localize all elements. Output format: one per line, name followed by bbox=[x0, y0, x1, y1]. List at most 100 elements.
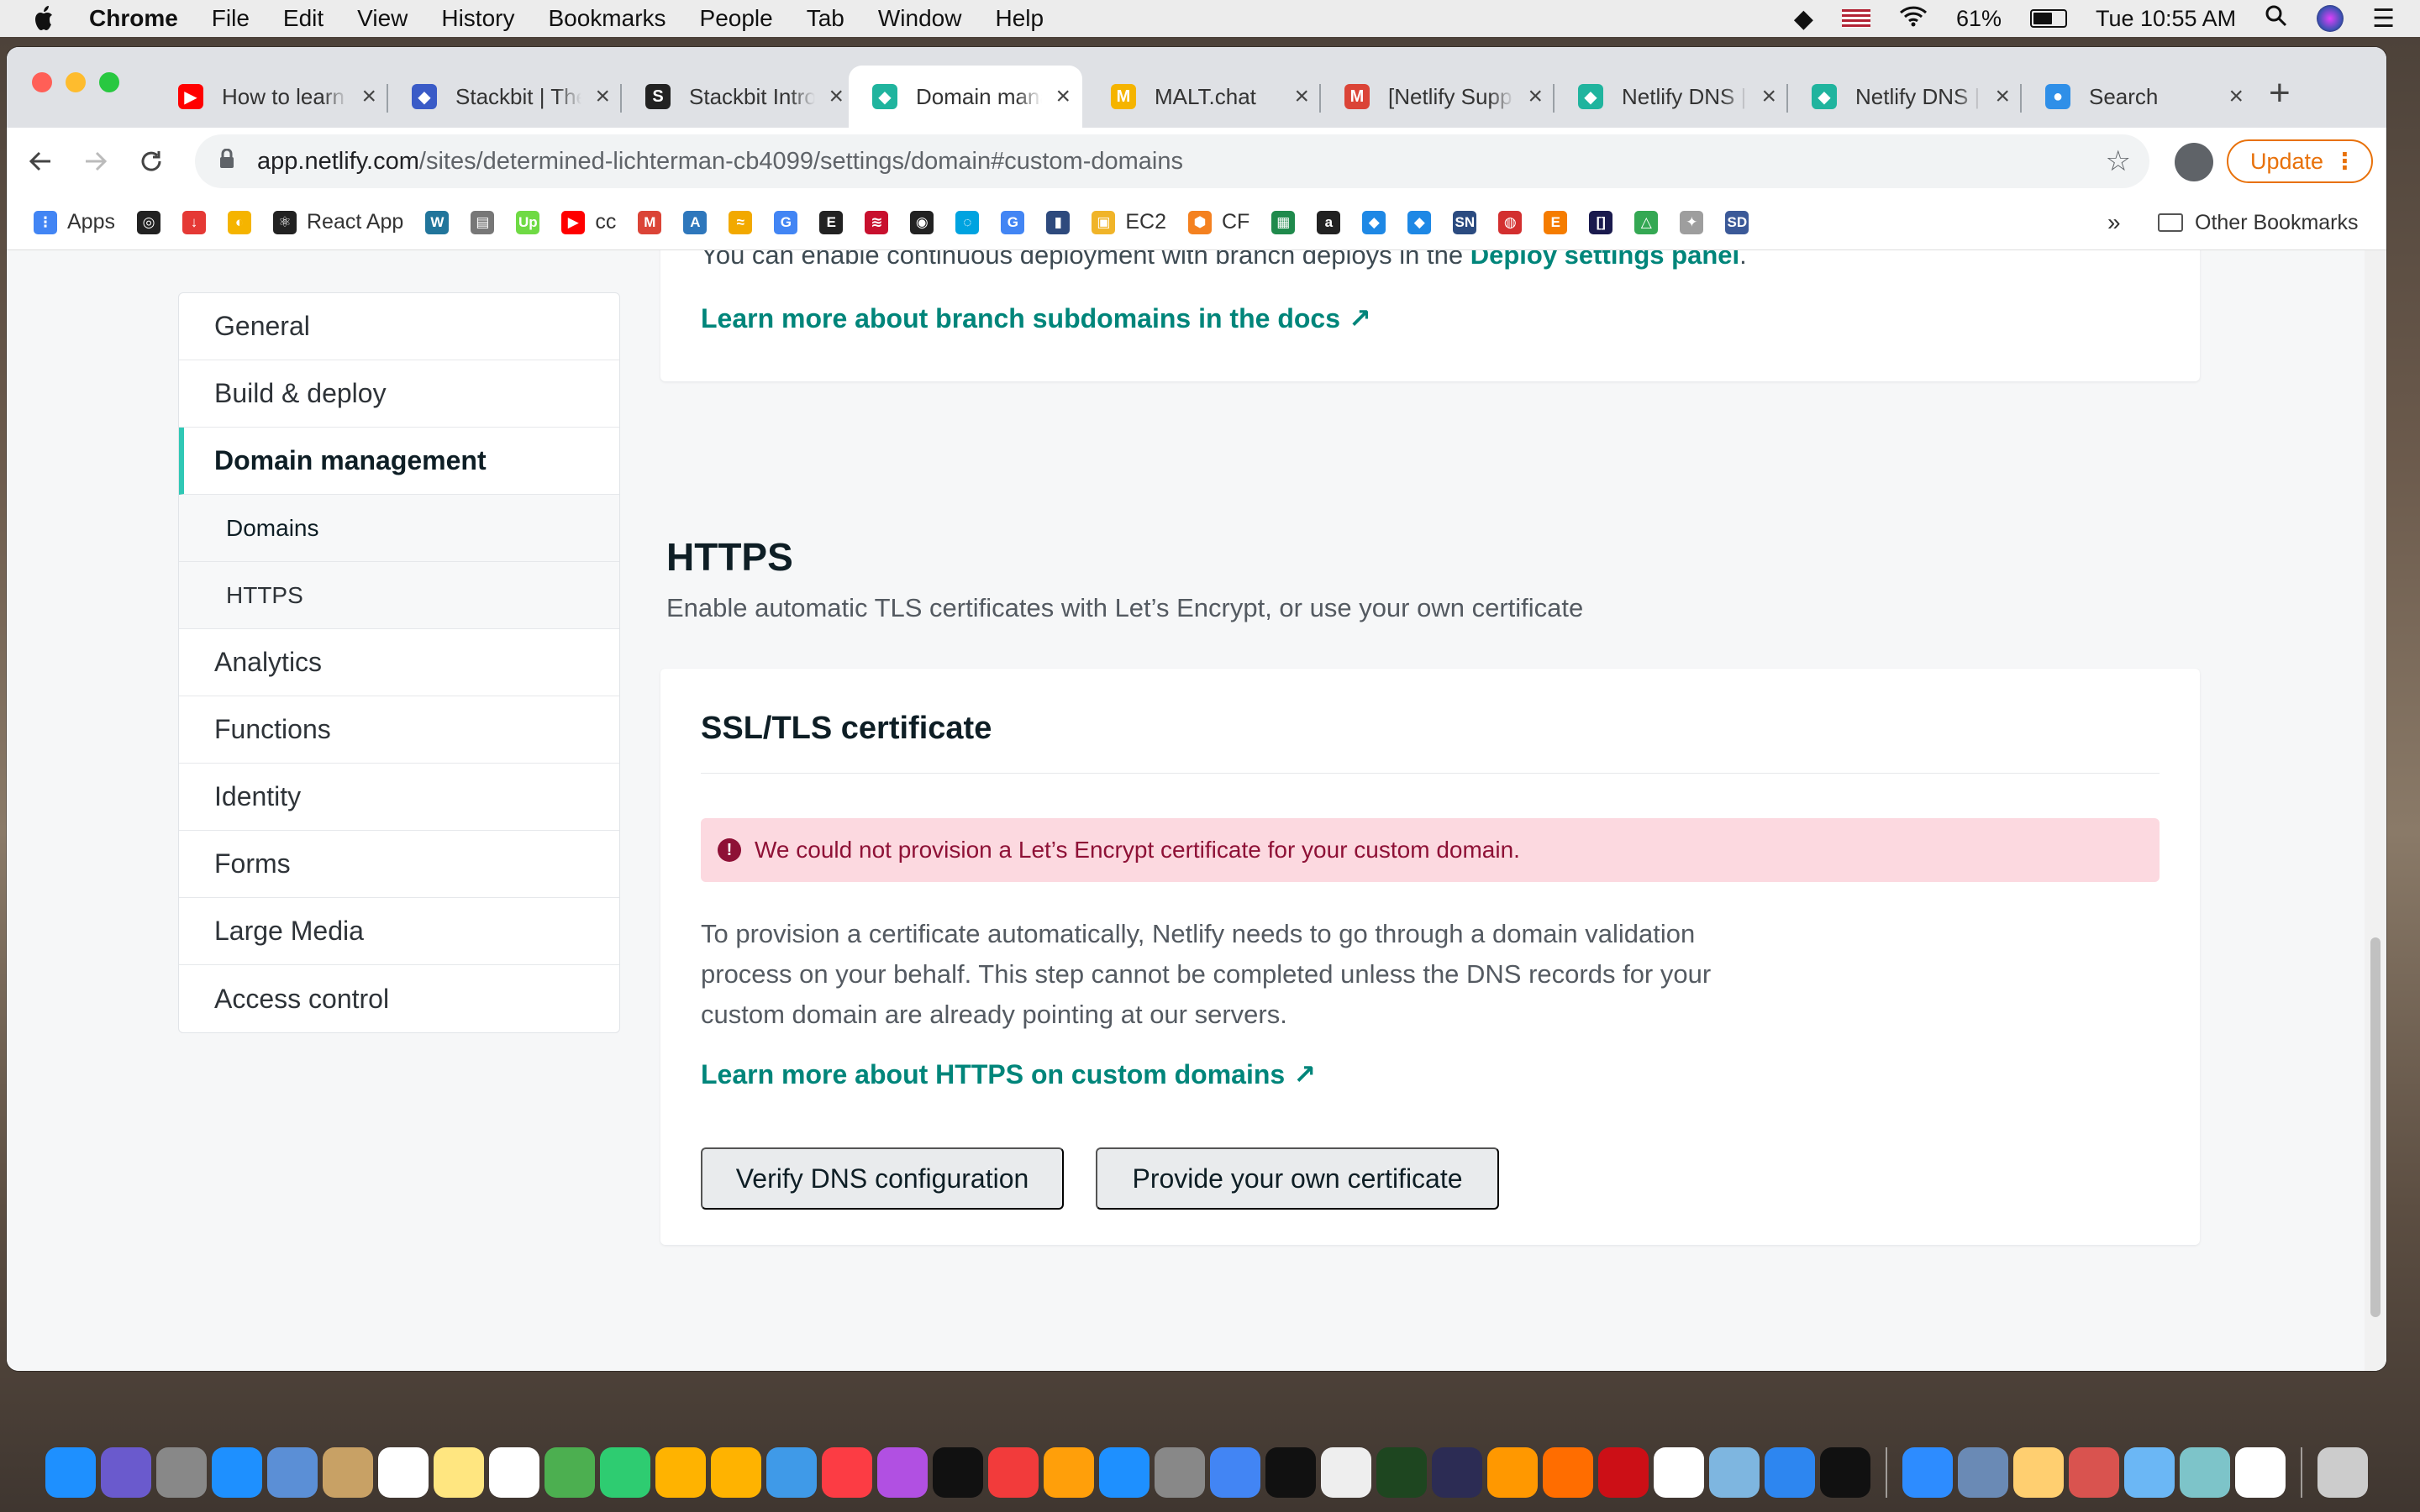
tab-8[interactable]: ● Search × bbox=[2022, 66, 2255, 128]
dock-app-icon[interactable] bbox=[877, 1447, 928, 1498]
update-button[interactable]: Update ⋮ bbox=[2227, 139, 2373, 183]
close-tab-icon[interactable]: × bbox=[1528, 82, 1543, 111]
dock-app-icon[interactable] bbox=[2317, 1447, 2368, 1498]
bookmark-item[interactable]: E bbox=[819, 210, 844, 234]
wifi-icon[interactable] bbox=[1899, 5, 1928, 33]
dock-app-icon[interactable] bbox=[1044, 1447, 1094, 1498]
bookmark-item[interactable]: △ bbox=[1634, 210, 1659, 234]
dock-app-icon[interactable] bbox=[2124, 1447, 2175, 1498]
bookmark-item[interactable]: ◌ bbox=[955, 210, 980, 234]
dock-app-icon[interactable] bbox=[434, 1447, 484, 1498]
bookmark-star-icon[interactable]: ☆ bbox=[2106, 144, 2131, 178]
tab-3[interactable]: ◆ Domain mana × bbox=[849, 66, 1082, 128]
sidebar-item-general[interactable]: General bbox=[179, 293, 619, 360]
dock-app-icon[interactable] bbox=[1902, 1447, 1953, 1498]
tab-0[interactable]: ▶ How to learn × bbox=[155, 66, 388, 128]
dock-app-icon[interactable] bbox=[267, 1447, 318, 1498]
dock-app-icon[interactable] bbox=[1099, 1447, 1150, 1498]
sidebar-item-analytics[interactable]: Analytics bbox=[179, 629, 619, 696]
bookmark-item[interactable]: G bbox=[1001, 210, 1025, 234]
bookmark-item[interactable]: ▦ bbox=[1271, 210, 1296, 234]
zoom-window-button[interactable] bbox=[99, 72, 119, 92]
clock[interactable]: Tue 10:55 AM bbox=[2096, 6, 2236, 32]
bookmark-item[interactable]: ⚛ React App bbox=[272, 210, 403, 234]
close-tab-icon[interactable]: × bbox=[1055, 82, 1071, 111]
tab-2[interactable]: S Stackbit Intro × bbox=[622, 66, 855, 128]
bookmark-item[interactable]: ≈ bbox=[729, 210, 753, 234]
dock-app-icon[interactable] bbox=[156, 1447, 207, 1498]
battery-icon[interactable] bbox=[2029, 9, 2067, 28]
tab-4[interactable]: M MALT.chat × bbox=[1087, 66, 1321, 128]
profile-avatar[interactable] bbox=[2175, 143, 2213, 181]
flag-icon[interactable] bbox=[1841, 9, 1870, 28]
minimize-window-button[interactable] bbox=[66, 72, 86, 92]
dock-app-icon[interactable] bbox=[1654, 1447, 1704, 1498]
bookmark-item[interactable]: [] bbox=[1589, 210, 1613, 234]
dock-app-icon[interactable] bbox=[1543, 1447, 1593, 1498]
dock-app-icon[interactable] bbox=[600, 1447, 650, 1498]
dock-app-icon[interactable] bbox=[1958, 1447, 2008, 1498]
verify-dns-button[interactable]: Verify DNS configuration bbox=[701, 1147, 1064, 1210]
close-window-button[interactable] bbox=[32, 72, 52, 92]
menu-window[interactable]: Window bbox=[878, 5, 962, 32]
dock-app-icon[interactable] bbox=[988, 1447, 1039, 1498]
sidebar-subitem-https[interactable]: HTTPS bbox=[179, 562, 619, 629]
siri-icon[interactable] bbox=[2317, 5, 2344, 32]
dock-app-icon[interactable] bbox=[1487, 1447, 1538, 1498]
dock-app-icon[interactable] bbox=[1376, 1447, 1427, 1498]
close-tab-icon[interactable]: × bbox=[2228, 82, 2244, 111]
bookmark-item[interactable]: Up bbox=[516, 210, 540, 234]
menu-view[interactable]: View bbox=[357, 5, 408, 32]
bookmark-item[interactable]: ✦ bbox=[1680, 210, 1704, 234]
bookmark-item[interactable]: a bbox=[1317, 210, 1341, 234]
lock-icon[interactable] bbox=[218, 148, 235, 176]
bookmark-item[interactable]: ▮ bbox=[1046, 210, 1071, 234]
apple-icon[interactable] bbox=[32, 5, 57, 32]
menu-people[interactable]: People bbox=[700, 5, 773, 32]
back-button[interactable] bbox=[24, 144, 57, 178]
bookmark-item[interactable]: ▣ EC2 bbox=[1092, 210, 1166, 234]
dock-app-icon[interactable] bbox=[2180, 1447, 2230, 1498]
more-menu-icon[interactable]: ⋮ bbox=[2333, 149, 2356, 175]
bookmark-item[interactable]: ◆ bbox=[1407, 210, 1432, 234]
menu-history[interactable]: History bbox=[441, 5, 514, 32]
branch-docs-link[interactable]: Learn more about branch subdomains in th… bbox=[701, 302, 1371, 334]
tab-6[interactable]: ◆ Netlify DNS | × bbox=[1555, 66, 1788, 128]
provide-certificate-button[interactable]: Provide your own certificate bbox=[1096, 1147, 1499, 1210]
battery-percent[interactable]: 61% bbox=[1956, 6, 2002, 32]
spotlight-search-icon[interactable] bbox=[2265, 4, 2288, 34]
dock-app-icon[interactable] bbox=[1820, 1447, 1870, 1498]
bookmark-item[interactable]: ◍ bbox=[1498, 210, 1523, 234]
dock-app-icon[interactable] bbox=[2069, 1447, 2119, 1498]
dock-app-icon[interactable] bbox=[2013, 1447, 2064, 1498]
dock-app-icon[interactable] bbox=[1265, 1447, 1316, 1498]
page-scrollbar[interactable] bbox=[2365, 250, 2386, 1371]
bookmark-item[interactable]: ▤ bbox=[471, 210, 495, 234]
bookmark-item[interactable]: ⋮ Apps bbox=[34, 210, 115, 234]
bookmark-item[interactable]: ⬢ CF bbox=[1187, 210, 1249, 234]
tab-7[interactable]: ◆ Netlify DNS | × bbox=[1788, 66, 2022, 128]
sidebar-item-large-media[interactable]: Large Media bbox=[179, 898, 619, 965]
dock-app-icon[interactable] bbox=[1321, 1447, 1371, 1498]
dock-app-icon[interactable] bbox=[1598, 1447, 1649, 1498]
bookmark-item[interactable]: E bbox=[1544, 210, 1568, 234]
bookmark-item[interactable]: ◆ bbox=[1362, 210, 1386, 234]
bookmark-item[interactable]: SN bbox=[1453, 210, 1477, 234]
dock-app-icon[interactable] bbox=[2235, 1447, 2286, 1498]
menu-file[interactable]: File bbox=[212, 5, 250, 32]
sidebar-item-build-deploy[interactable]: Build & deploy bbox=[179, 360, 619, 428]
reload-button[interactable] bbox=[134, 144, 168, 178]
other-bookmarks[interactable]: Other Bookmarks bbox=[2158, 195, 2359, 250]
new-tab-button[interactable]: + bbox=[2269, 72, 2291, 114]
close-tab-icon[interactable]: × bbox=[829, 82, 844, 111]
close-tab-icon[interactable]: × bbox=[595, 82, 610, 111]
sidebar-item-identity[interactable]: Identity bbox=[179, 764, 619, 831]
scrollbar-thumb[interactable] bbox=[2370, 937, 2381, 1317]
dock-app-icon[interactable] bbox=[1210, 1447, 1260, 1498]
bookmark-item[interactable]: ↓ bbox=[182, 210, 206, 234]
bookmark-item[interactable]: SD bbox=[1725, 210, 1749, 234]
bookmark-item[interactable]: ▶ cc bbox=[561, 210, 616, 234]
close-tab-icon[interactable]: × bbox=[1294, 82, 1309, 111]
sidebar-subitem-domains[interactable]: Domains bbox=[179, 495, 619, 562]
dock-app-icon[interactable] bbox=[101, 1447, 151, 1498]
